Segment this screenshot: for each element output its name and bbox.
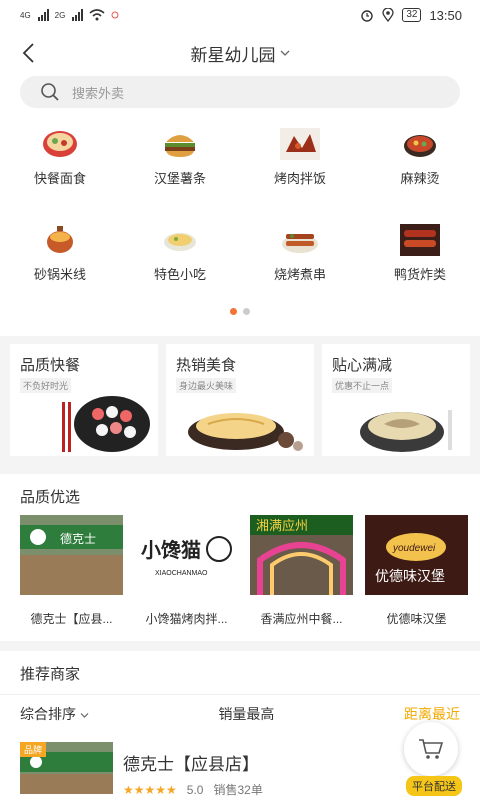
search-input[interactable]: 搜索外卖 (20, 76, 460, 108)
clock: 13:50 (429, 7, 462, 23)
category-label: 烧烤煮串 (273, 267, 326, 282)
category-label: 快餐面食 (33, 171, 86, 186)
sort-comprehensive-button[interactable]: 综合排序 (20, 704, 89, 724)
cart-icon (419, 739, 444, 759)
promo-subtitle: 身边最火美味 (176, 378, 237, 393)
promo-banners: 品质快餐 不负好时光 热销美食 身边最火美味 贴心满减 优惠不止一点 (0, 336, 480, 464)
store-sign: 小馋猫 (141, 538, 201, 562)
chevron-down-icon (80, 712, 89, 718)
alarm-icon (361, 10, 374, 22)
quality-store-card[interactable]: 德克士 德克士【应县... (20, 515, 123, 627)
store-sign: 优德味汉堡 (375, 569, 445, 585)
category-grid: 快餐面食 汉堡薯条 烤肉拌饭 麻辣烫 砂锅米线 特色小吃 烧烤煮串 鸭货炸类 (0, 108, 480, 314)
store-logo: 小馋猫 XIAOCHANMAO (135, 515, 238, 595)
store-name: 小馋猫烤肉拌... (145, 612, 228, 626)
category-label: 汉堡薯条 (153, 171, 206, 186)
merchant-name: 德克士【应县店】 (123, 755, 259, 774)
battery-indicator: 32 (402, 8, 422, 22)
sort-sales-button[interactable]: 销量最高 (218, 704, 274, 724)
chevron-down-icon (280, 50, 289, 56)
sushi-platter-image (62, 396, 150, 452)
noodle-dish-image (188, 413, 303, 451)
promo-hot-sale[interactable]: 热销美食 身边最火美味 (166, 344, 314, 456)
location-title: 新星幼儿园 (190, 45, 276, 65)
sort-distance-button[interactable]: 距离最近 (404, 704, 460, 724)
burger-icon (165, 135, 195, 157)
sim2-label: 2G (54, 10, 66, 20)
promo-discount[interactable]: 贴心满减 优惠不止一点 (322, 344, 470, 456)
promo-title: 热销美食 (176, 357, 237, 374)
divider (0, 641, 480, 651)
search-icon (41, 83, 59, 101)
snack-bowl-icon (164, 233, 196, 251)
quality-section-title: 品质优选 (20, 489, 81, 506)
svg-text:youdewei: youdewei (392, 543, 436, 554)
store-photo: 德克士 (20, 515, 123, 595)
quality-store-card[interactable]: 湘满应州 香满应州中餐... (250, 515, 353, 627)
top-header: 新星幼儿园 (0, 30, 480, 76)
delivery-badge: 平台配送 (406, 776, 462, 796)
rating-value: 5.0 (186, 782, 204, 797)
location-icon (382, 8, 394, 22)
page-dot (243, 308, 250, 315)
category-label: 砂锅米线 (33, 267, 86, 282)
sort-bar: 综合排序 销量最高 距离最近 (0, 694, 480, 732)
promo-quality-fastfood[interactable]: 品质快餐 不负好时光 (10, 344, 158, 456)
store-sign: 湘满应州 (256, 518, 308, 534)
signal-icon (72, 9, 84, 21)
category-burger[interactable]: 汉堡薯条 (120, 122, 240, 218)
store-name: 香满应州中餐... (260, 612, 343, 626)
category-bbq-rice[interactable]: 烤肉拌饭 (240, 122, 360, 218)
quality-store-card[interactable]: 小馋猫 XIAOCHANMAO 小馋猫烤肉拌... (135, 515, 238, 627)
category-label: 麻辣烫 (400, 171, 440, 186)
category-skewers[interactable]: 烧烤煮串 (240, 218, 360, 314)
bbq-meat-icon (280, 128, 320, 160)
category-label: 鸭货炸类 (393, 267, 446, 282)
star-rating: ★★★★★ (123, 782, 177, 797)
noodle-bowl-icon (43, 131, 77, 157)
search-placeholder: 搜索外卖 (72, 85, 125, 101)
divider (0, 464, 480, 474)
store-sign: 德克士 (60, 531, 96, 546)
promo-subtitle: 不负好时光 (20, 378, 72, 393)
signal-icon (37, 9, 49, 21)
skewer-icon (282, 234, 318, 253)
sales-count: 销售32单 (213, 783, 263, 797)
category-malatang[interactable]: 麻辣烫 (360, 122, 480, 218)
status-bar: 4G 2G 32 13:50 (0, 0, 480, 30)
back-arrow-icon[interactable] (18, 41, 42, 65)
store-photo: 湘满应州 (250, 515, 353, 595)
quality-store-card[interactable]: youdewei 优德味汉堡 优德味汉堡 (365, 515, 468, 627)
wifi-icon (89, 9, 105, 21)
notification-icon (111, 11, 119, 19)
category-label: 烤肉拌饭 (273, 171, 326, 186)
hotpot-icon (404, 135, 436, 157)
brand-badge: 品牌 (20, 742, 47, 757)
duck-neck-icon (400, 224, 440, 256)
category-noodles[interactable]: 快餐面食 (0, 122, 120, 218)
store-name: 优德味汉堡 (386, 612, 447, 626)
recommend-title: 推荐商家 (20, 666, 81, 683)
promo-title: 贴心满减 (332, 357, 393, 374)
category-snacks[interactable]: 特色小吃 (120, 218, 240, 314)
quality-list: 德克士 德克士【应县... 小馋猫 XIAOCHANMAO 小馋猫烤肉拌... … (0, 515, 480, 627)
category-rice-noodle[interactable]: 砂锅米线 (0, 218, 120, 314)
svg-text:XIAOCHANMAO: XIAOCHANMAO (155, 570, 208, 577)
category-duck-fried[interactable]: 鸭货炸类 (360, 218, 480, 314)
merchant-card[interactable]: 品牌 德克士【应县店】 ★★★★★ 5.0 销售32单 平台配送 (0, 722, 480, 798)
clay-pot-icon (47, 226, 73, 253)
fish-soup-image (360, 410, 452, 452)
category-label: 特色小吃 (153, 267, 206, 282)
page-dot-active (230, 308, 237, 315)
merchant-photo: 品牌 (20, 742, 113, 794)
sim1-label: 4G (20, 10, 31, 20)
cart-button[interactable] (404, 722, 458, 776)
promo-title: 品质快餐 (20, 357, 81, 374)
location-selector[interactable]: 新星幼儿园 (191, 41, 290, 66)
promo-subtitle: 优惠不止一点 (332, 378, 393, 393)
sort-label: 综合排序 (20, 705, 76, 722)
store-name: 德克士【应县... (30, 612, 113, 626)
store-logo: youdewei 优德味汉堡 (365, 515, 468, 595)
